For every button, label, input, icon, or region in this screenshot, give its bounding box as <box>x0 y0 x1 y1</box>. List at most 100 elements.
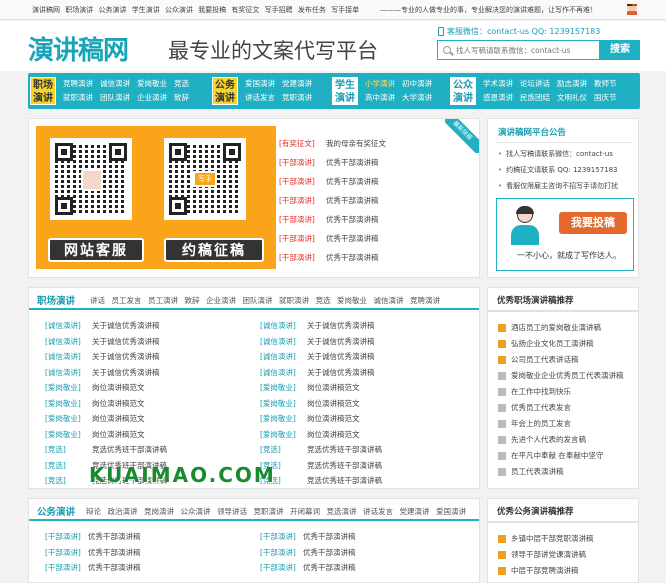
section-tab[interactable]: 团队演讲 <box>243 296 273 305</box>
contact-banner[interactable]: 写手 网站客服 约稿征稿 <box>36 126 276 269</box>
nav-item[interactable]: 致辞 <box>174 93 189 102</box>
site-logo[interactable]: 演讲稿网 <box>28 30 129 67</box>
section-tab[interactable]: 竞选演讲 <box>327 507 357 516</box>
section-tab[interactable]: 竞选 <box>316 296 331 305</box>
rank-item[interactable]: 酒店员工的爱岗敬业演讲稿 <box>498 320 624 336</box>
list-item[interactable]: [干部演讲] 优秀干部演讲稿 <box>279 229 386 248</box>
section-tab[interactable]: 企业演讲 <box>206 296 236 305</box>
user-avatar-icon[interactable] <box>626 3 638 15</box>
section-tab[interactable]: 诚信演讲 <box>374 296 404 305</box>
rank-item[interactable]: 在平凡中奉献 在奉献中坚守 <box>498 448 624 464</box>
section-tab[interactable]: 开闭幕词 <box>290 507 320 516</box>
top-link[interactable]: 演讲稿网 <box>32 6 60 14</box>
nav-item[interactable]: 竞职演讲 <box>282 93 312 102</box>
rank-item[interactable]: 中层干部竞聘演讲稿 <box>498 563 594 579</box>
nav-item[interactable]: 论坛讲话 <box>520 79 550 88</box>
list-item[interactable]: [爱岗敬业] 岗位演讲稿范文 <box>260 380 382 396</box>
nav-item[interactable]: 党建演讲 <box>282 79 312 88</box>
section-tab[interactable]: 爱岗敬业 <box>337 296 367 305</box>
list-item[interactable]: [爱岗敬业] 岗位演讲稿范文 <box>260 411 382 427</box>
list-item[interactable]: [爱岗敬业] 岗位演讲稿范文 <box>45 427 167 443</box>
nav-item[interactable]: 励志演讲 <box>557 79 587 88</box>
top-link[interactable]: 写手招聘 <box>265 6 293 14</box>
search-button[interactable]: 搜索 <box>600 40 640 60</box>
section-tab[interactable]: 辩论 <box>86 507 101 516</box>
rank-item[interactable]: 员工代表演讲稿 <box>498 464 624 480</box>
list-item[interactable]: [干部演讲] 优秀干部演讲稿 <box>45 529 141 545</box>
section-tab[interactable]: 员工演讲 <box>148 296 178 305</box>
list-item[interactable]: [爱岗敬业] 岗位演讲稿范文 <box>260 427 382 443</box>
nav-item[interactable]: 小学演讲 <box>365 79 395 88</box>
section-tab[interactable]: 竞聘演讲 <box>410 296 440 305</box>
rank-item[interactable]: 领导干部讲党课演讲稿 <box>498 547 594 563</box>
section-tab[interactable]: 公众演讲 <box>181 507 211 516</box>
top-link[interactable]: 发布任务 <box>298 6 326 14</box>
list-item[interactable]: [爱岗敬业] 岗位演讲稿范文 <box>45 380 167 396</box>
nav-item[interactable]: 大学演讲 <box>402 93 432 102</box>
rank-item[interactable]: 在工作中找到快乐 <box>498 384 624 400</box>
list-item[interactable]: [诚信演讲] 关于诚信优秀演讲稿 <box>45 365 167 381</box>
list-item[interactable]: [爱岗敬业] 岗位演讲稿范文 <box>260 396 382 412</box>
nav-item[interactable]: 民族团结 <box>520 93 550 102</box>
top-link[interactable]: 职场演讲 <box>65 6 93 14</box>
list-item[interactable]: [干部演讲] 优秀干部演讲稿 <box>279 191 386 210</box>
list-item[interactable]: [爱岗敬业] 岗位演讲稿范文 <box>45 411 167 427</box>
list-item[interactable]: [爱岗敬业] 岗位演讲稿范文 <box>45 396 167 412</box>
section-tab[interactable]: 竞岗演讲 <box>144 507 174 516</box>
list-item[interactable]: [干部演讲] 优秀干部演讲稿 <box>45 560 141 576</box>
nav-item[interactable]: 企业演讲 <box>137 93 167 102</box>
nav-item[interactable]: 感恩演讲 <box>483 93 513 102</box>
nav-item[interactable]: 文明礼仪 <box>557 93 587 102</box>
nav-item[interactable]: 团队演讲 <box>100 93 130 102</box>
list-item[interactable]: [诚信演讲] 关于诚信优秀演讲稿 <box>45 318 167 334</box>
rank-item[interactable]: 乡镇中层干部竞职演讲稿 <box>498 531 594 547</box>
top-link[interactable]: 我要投稿 <box>198 6 226 14</box>
nav-item[interactable]: 竞聘演讲 <box>63 79 93 88</box>
list-item[interactable]: [干部演讲] 优秀干部演讲稿 <box>260 560 356 576</box>
list-item[interactable]: [诚信演讲] 关于诚信优秀演讲稿 <box>260 349 382 365</box>
section-tab[interactable]: 就职演讲 <box>279 296 309 305</box>
nav-item[interactable]: 学术演讲 <box>483 79 513 88</box>
rank-item[interactable]: 弘扬企业文化员工演讲稿 <box>498 336 624 352</box>
top-link[interactable]: 学生演讲 <box>132 6 160 14</box>
list-item[interactable]: [干部演讲] 优秀干部演讲稿 <box>279 153 386 172</box>
nav-item[interactable]: 诚信演讲 <box>100 79 130 88</box>
nav-item[interactable]: 高中演讲 <box>365 93 395 102</box>
top-link[interactable]: 写手接单 <box>331 6 359 14</box>
section-title[interactable]: 职场演讲 <box>37 293 75 307</box>
section-tab[interactable]: 党建演讲 <box>400 507 430 516</box>
top-link[interactable]: 有奖征文 <box>231 6 259 14</box>
nav-badge[interactable]: 公众 演讲 <box>450 77 476 105</box>
list-item[interactable]: [干部演讲] 优秀干部演讲稿 <box>279 210 386 229</box>
list-item[interactable]: [诚信演讲] 关于诚信优秀演讲稿 <box>45 334 167 350</box>
list-item[interactable]: [干部演讲] 优秀干部演讲稿 <box>279 248 386 267</box>
list-item[interactable]: [竞选] 竞选优秀班干部演讲稿 <box>45 442 167 458</box>
rank-item[interactable]: 公司员工代表讲话稿 <box>498 352 624 368</box>
nav-badge[interactable]: 公务 演讲 <box>212 77 238 105</box>
nav-item[interactable]: 讲话发言 <box>245 93 275 102</box>
rank-item[interactable]: 爱岗敬业企业优秀员工代表演讲稿 <box>498 368 624 384</box>
list-item[interactable]: [诚信演讲] 关于诚信优秀演讲稿 <box>260 318 382 334</box>
list-item[interactable]: [干部演讲] 优秀干部演讲稿 <box>260 529 356 545</box>
submit-promo[interactable]: 我要投稿 一不小心，就成了写作达人。 <box>496 198 634 271</box>
list-item[interactable]: [干部演讲] 优秀干部演讲稿 <box>45 545 141 561</box>
list-item[interactable]: [竞选] 竞选优秀班干部演讲稿 <box>260 473 382 489</box>
section-tab[interactable]: 讲话 <box>90 296 105 305</box>
list-item[interactable]: [干部演讲] 优秀干部演讲稿 <box>260 545 356 561</box>
list-item[interactable]: [竞选] 竞选优秀班干部演讲稿 <box>260 458 382 474</box>
nav-badge[interactable]: 职场 演讲 <box>30 77 56 105</box>
nav-item[interactable]: 国庆节 <box>594 93 617 102</box>
list-item[interactable]: [干部演讲] 优秀干部演讲稿 <box>279 172 386 191</box>
top-link[interactable]: 公众演讲 <box>165 6 193 14</box>
submit-article-button[interactable]: 我要投稿 <box>559 212 627 234</box>
nav-item[interactable]: 爱国演讲 <box>245 79 275 88</box>
nav-item[interactable]: 竞选 <box>174 79 189 88</box>
section-tab[interactable]: 讲话发言 <box>363 507 393 516</box>
section-tab[interactable]: 爱国演讲 <box>436 507 466 516</box>
rank-item[interactable]: 先进个人代表的发言稿 <box>498 432 624 448</box>
list-item[interactable]: [竞选] 竞选优秀班干部演讲稿 <box>260 442 382 458</box>
nav-item[interactable]: 爱岗敬业 <box>137 79 167 88</box>
rank-item[interactable]: 年会上的员工发言 <box>498 416 624 432</box>
list-item[interactable]: [诚信演讲] 关于诚信优秀演讲稿 <box>260 365 382 381</box>
section-tab[interactable]: 领导讲话 <box>217 507 247 516</box>
